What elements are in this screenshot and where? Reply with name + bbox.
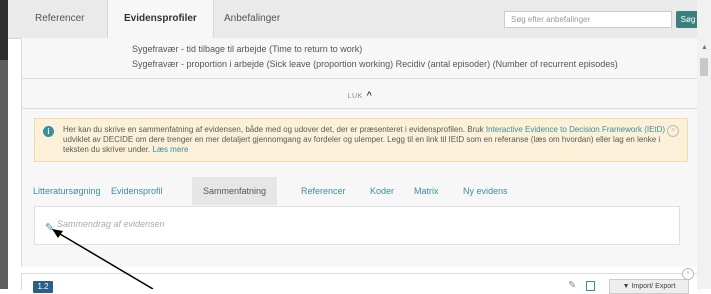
- arrow-head: [52, 229, 63, 238]
- annotation-arrow: [52, 229, 154, 289]
- arrow-shaft: [59, 233, 154, 289]
